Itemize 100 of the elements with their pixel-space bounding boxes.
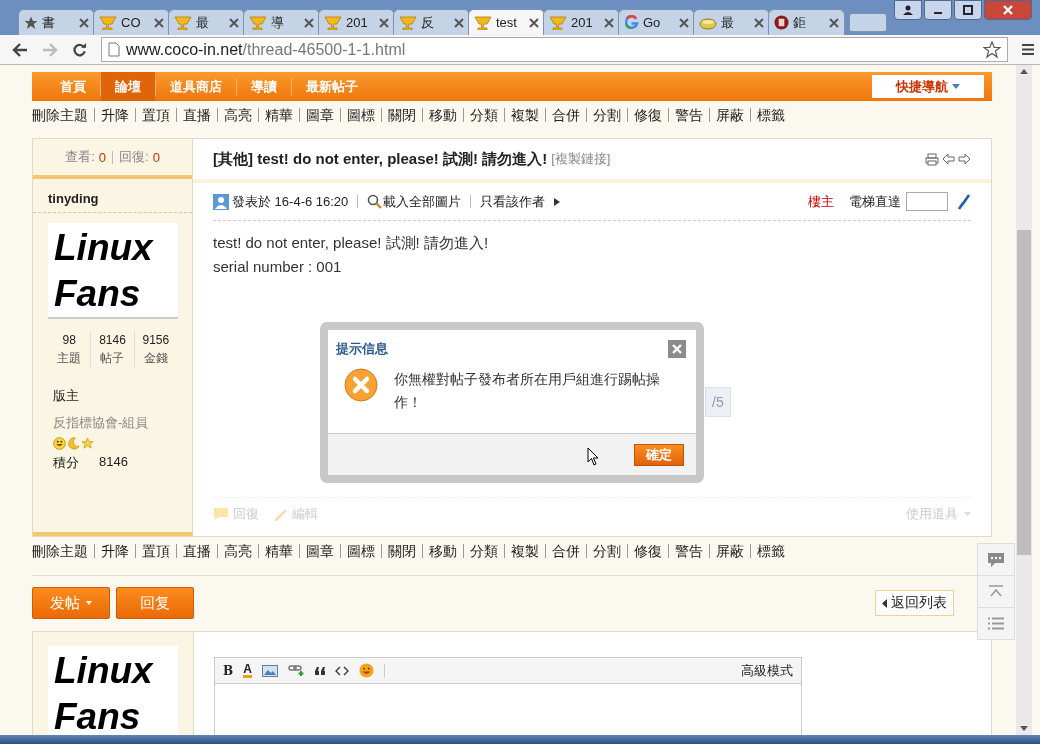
- browser-tab[interactable]: Go: [618, 9, 695, 35]
- moderation-link[interactable]: 刪除主題: [32, 544, 94, 558]
- moderation-link[interactable]: 圖標: [340, 108, 381, 122]
- print-icon[interactable]: [925, 152, 939, 166]
- close-icon[interactable]: [229, 17, 239, 28]
- moderation-link[interactable]: 關閉: [381, 108, 422, 122]
- moderation-link[interactable]: 複製: [504, 108, 545, 122]
- floor-field[interactable]: [906, 192, 948, 211]
- browser-tab[interactable]: 201: [543, 9, 620, 35]
- image-icon[interactable]: [261, 664, 278, 677]
- caret-icon: [554, 197, 561, 206]
- close-icon[interactable]: [379, 17, 389, 28]
- moderation-link[interactable]: 屏蔽: [709, 544, 750, 558]
- moderation-link[interactable]: 圖標: [340, 544, 381, 558]
- moderation-link[interactable]: 直播: [176, 544, 217, 558]
- browser-tab[interactable]: 書: [18, 9, 95, 35]
- next-icon[interactable]: [958, 152, 971, 165]
- moderation-link[interactable]: 移動: [422, 108, 463, 122]
- minimize-button[interactable]: [924, 0, 952, 20]
- dialog-close-button[interactable]: [668, 340, 686, 358]
- link-icon[interactable]: [287, 664, 305, 677]
- stat-value: 8146: [98, 332, 127, 349]
- moderation-link[interactable]: 圖章: [299, 108, 340, 122]
- moderation-link[interactable]: 標籤: [750, 108, 791, 122]
- moderation-link[interactable]: 分割: [586, 544, 627, 558]
- quick-nav-button[interactable]: 快捷導航: [872, 75, 984, 98]
- speech-bubble-icon: [987, 551, 1005, 568]
- advanced-mode-link[interactable]: 高級模式: [741, 661, 793, 680]
- moderation-link[interactable]: 分類: [463, 544, 504, 558]
- close-icon[interactable]: [679, 17, 689, 28]
- scrollbar[interactable]: [1016, 65, 1032, 735]
- font-color-button[interactable]: A: [243, 663, 252, 678]
- bold-button[interactable]: B: [223, 663, 234, 678]
- moderation-link[interactable]: 關閉: [381, 544, 422, 558]
- moderation-link[interactable]: 升降: [94, 108, 135, 122]
- load-images-link[interactable]: 載入全部圖片: [367, 192, 462, 211]
- browser-tab[interactable]: 最: [693, 9, 770, 35]
- browser-tab[interactable]: 導: [243, 9, 320, 35]
- close-icon[interactable]: [829, 17, 839, 28]
- moderation-link[interactable]: 直播: [176, 108, 217, 122]
- caret-icon: [952, 84, 960, 89]
- close-icon[interactable]: [79, 17, 89, 28]
- cup-icon: [399, 15, 417, 30]
- moderation-link[interactable]: 置頂: [135, 544, 176, 558]
- moderation-link[interactable]: 修復: [627, 544, 668, 558]
- back-to-list-button[interactable]: 返回列表: [875, 590, 954, 616]
- moderation-link[interactable]: 分類: [463, 108, 504, 122]
- moderation-link[interactable]: 升降: [94, 544, 135, 558]
- moderation-link[interactable]: 合併: [545, 544, 586, 558]
- browser-tab[interactable]: 反: [393, 9, 470, 35]
- moderation-link[interactable]: 警告: [668, 108, 709, 122]
- close-button[interactable]: [984, 0, 1032, 20]
- moderation-link[interactable]: 屏蔽: [709, 108, 750, 122]
- moderation-link[interactable]: 移動: [422, 544, 463, 558]
- bookmark-star-icon[interactable]: [983, 40, 1001, 59]
- go-icon[interactable]: [957, 193, 971, 210]
- close-icon[interactable]: [604, 17, 614, 28]
- reload-icon[interactable]: [72, 42, 87, 57]
- moderation-link[interactable]: 置頂: [135, 108, 176, 122]
- back-icon[interactable]: [12, 42, 28, 57]
- smiley-icon[interactable]: [358, 663, 374, 678]
- moderation-link[interactable]: 精華: [258, 108, 299, 122]
- maximize-icon: [963, 5, 973, 15]
- maximize-button[interactable]: [954, 0, 982, 20]
- close-icon[interactable]: [754, 17, 764, 28]
- moderation-link[interactable]: 高亮: [217, 544, 258, 558]
- moderation-link[interactable]: 標籤: [750, 544, 791, 558]
- moderation-link[interactable]: 合併: [545, 108, 586, 122]
- caret-icon: [86, 601, 92, 605]
- address-field[interactable]: www.coco-in.net/thread-46500-1-1.html: [101, 37, 1008, 62]
- moderation-link[interactable]: 高亮: [217, 108, 258, 122]
- quote-icon[interactable]: [314, 666, 325, 675]
- browser-tab[interactable]: CO: [93, 9, 170, 35]
- moderation-link[interactable]: 圖章: [299, 544, 340, 558]
- close-icon[interactable]: [304, 17, 314, 28]
- moderation-link[interactable]: 警告: [668, 544, 709, 558]
- browser-tab[interactable]: test: [468, 9, 545, 35]
- close-icon[interactable]: [454, 17, 464, 28]
- scroll-down-icon[interactable]: [1020, 726, 1028, 731]
- reply-count: 0: [152, 149, 160, 165]
- menu-icon[interactable]: [1022, 43, 1034, 56]
- moderation-link[interactable]: 複製: [504, 544, 545, 558]
- moderation-link[interactable]: 修復: [627, 108, 668, 122]
- avatar-logo: Linux Fans: [48, 223, 178, 319]
- moderation-link[interactable]: 刪除主題: [32, 108, 94, 122]
- author-name[interactable]: tinyding: [48, 191, 99, 206]
- browser-tab[interactable]: 201: [318, 9, 395, 35]
- code-icon[interactable]: [334, 665, 349, 676]
- copy-link[interactable]: [複製鏈接]: [551, 150, 611, 168]
- scroll-up-icon[interactable]: [1020, 69, 1028, 74]
- moderation-link[interactable]: 精華: [258, 544, 299, 558]
- author-only-link[interactable]: 只看該作者: [480, 192, 546, 211]
- user-button[interactable]: [894, 0, 922, 20]
- stat-value: 9156: [141, 332, 171, 349]
- close-icon[interactable]: [154, 17, 164, 28]
- previous-icon[interactable]: [942, 152, 955, 165]
- close-icon[interactable]: [529, 17, 539, 28]
- moderation-link[interactable]: 分割: [586, 108, 627, 122]
- browser-tab[interactable]: 最: [168, 9, 245, 35]
- browser-tab[interactable]: 鉅: [768, 9, 845, 35]
